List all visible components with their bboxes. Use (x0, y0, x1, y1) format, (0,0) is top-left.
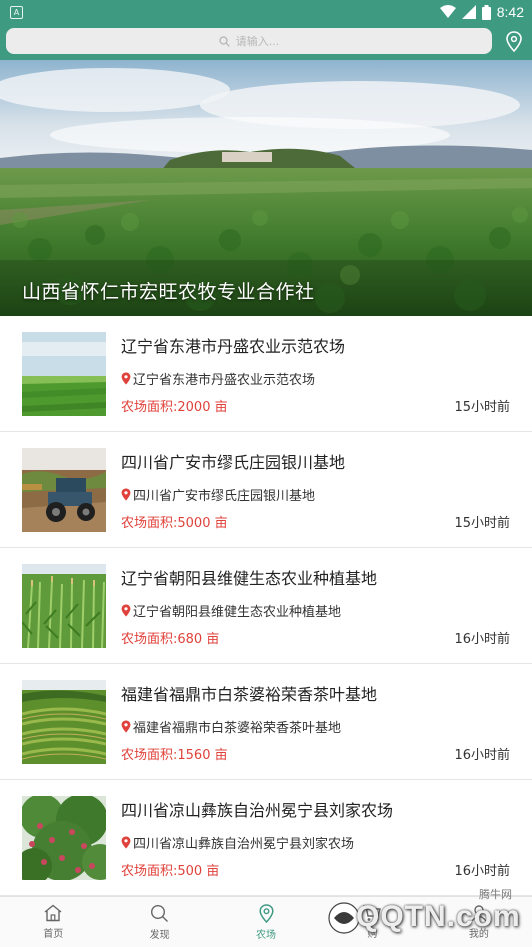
farm-address: 四川省凉山彝族自治州冕宁县刘家农场 (121, 833, 354, 852)
location-icon (258, 903, 274, 923)
farm-thumbnail (22, 332, 106, 416)
farm-thumbnail (22, 680, 106, 764)
farm-time: 16小时前 (454, 632, 510, 647)
fruit-tree-image (22, 796, 106, 880)
farm-area: 农场面积:5000 亩 (121, 516, 228, 531)
farm-list-item[interactable]: 福建省福鼎市白茶婆裕荣香茶叶基地 福建省福鼎市白茶婆裕荣香茶叶基地 农场面积:1… (0, 664, 532, 780)
battery-icon (481, 4, 491, 20)
farm-list-item[interactable]: 四川省广安市缪氏庄园银川基地 四川省广安市缪氏庄园银川基地 农场面积:5000 … (0, 432, 532, 548)
tea-terraces-image (22, 680, 106, 764)
farm-name: 四川省广安市缪氏庄园银川基地 (121, 453, 346, 472)
location-pin-icon (121, 836, 131, 849)
watermark: 腾牛网 QQTN.com (326, 884, 532, 946)
farm-thumbnail (22, 796, 106, 880)
farm-area: 农场面积:1560 亩 (121, 748, 228, 763)
farm-thumbnail (22, 564, 106, 648)
featured-banner[interactable]: 山西省怀仁市宏旺农牧专业合作社 (0, 60, 532, 316)
status-icons: 8:42 (439, 2, 524, 22)
location-pin-icon (121, 372, 131, 385)
farm-address-text: 四川省广安市缪氏庄园银川基地 (133, 489, 316, 504)
farm-list-item[interactable]: 四川省凉山彝族自治州冕宁县刘家农场 四川省凉山彝族自治州冕宁县刘家农场 农场面积… (0, 780, 532, 896)
farm-list: 辽宁省东港市丹盛农业示范农场 辽宁省东港市丹盛农业示范农场 农场面积:2000 … (0, 316, 532, 896)
search-input[interactable]: 请输入... (6, 28, 492, 54)
farm-name: 辽宁省东港市丹盛农业示范农场 (121, 337, 346, 356)
farm-area: 农场面积:500 亩 (121, 864, 220, 879)
farm-address: 辽宁省朝阳县维健生态农业种植基地 (121, 601, 341, 620)
tab-label: 首页 (43, 929, 64, 940)
tab-discover[interactable]: 发现 (106, 897, 212, 947)
farm-address-text: 四川省凉山彝族自治州冕宁县刘家农场 (133, 837, 355, 852)
farm-name: 福建省福鼎市白茶婆裕荣香茶叶基地 (121, 685, 378, 704)
location-pin-icon (121, 720, 131, 733)
farm-time: 15小时前 (454, 516, 510, 531)
farm-list-item[interactable]: 辽宁省东港市丹盛农业示范农场 辽宁省东港市丹盛农业示范农场 农场面积:2000 … (0, 316, 532, 432)
tab-farm[interactable]: 农场 (213, 897, 319, 947)
farm-time: 16小时前 (454, 864, 510, 879)
tractor-image (22, 448, 106, 532)
home-icon (44, 904, 62, 922)
farm-time: 16小时前 (454, 748, 510, 763)
location-button[interactable] (502, 28, 526, 54)
farm-address-text: 辽宁省东港市丹盛农业示范农场 (133, 373, 316, 388)
notification-icon: A (10, 6, 23, 19)
farm-address: 福建省福鼎市白茶婆裕荣香茶叶基地 (121, 717, 341, 736)
farm-address-text: 辽宁省朝阳县维健生态农业种植基地 (133, 605, 342, 620)
status-bar: A 8:42 (0, 0, 532, 24)
banner-title: 山西省怀仁市宏旺农牧专业合作社 (22, 281, 315, 303)
farm-address: 四川省广安市缪氏庄园银川基地 (121, 485, 315, 504)
farm-thumbnail (22, 448, 106, 532)
farm-time: 15小时前 (454, 400, 510, 415)
farm-address: 辽宁省东港市丹盛农业示范农场 (121, 369, 315, 388)
location-pin-icon (121, 604, 131, 617)
farm-name: 四川省凉山彝族自治州冕宁县刘家农场 (121, 801, 394, 820)
search-placeholder: 请输入... (235, 35, 280, 48)
rice-field-image (22, 332, 106, 416)
farm-area: 农场面积:2000 亩 (121, 400, 228, 415)
tab-label: 农场 (256, 929, 277, 941)
top-bar: A 8:42 请输入... (0, 0, 532, 60)
search-icon (151, 904, 169, 922)
watermark-brand: QQTN.com (356, 900, 521, 933)
tab-home[interactable]: 首页 (0, 897, 106, 947)
wifi-icon (439, 5, 456, 18)
location-pin-icon (121, 488, 131, 501)
tab-label: 发现 (149, 929, 170, 941)
farm-list-item[interactable]: 辽宁省朝阳县维健生态农业种植基地 辽宁省朝阳县维健生态农业种植基地 农场面积:6… (0, 548, 532, 664)
search-icon (219, 35, 230, 47)
corn-field-image (22, 564, 106, 648)
location-pin-icon (506, 30, 522, 52)
clock: 8:42 (496, 4, 524, 20)
farm-area: 农场面积:680 亩 (121, 632, 220, 647)
farm-address-text: 福建省福鼎市白茶婆裕荣香茶叶基地 (133, 721, 342, 736)
signal-icon (461, 5, 476, 19)
farm-name: 辽宁省朝阳县维健生态农业种植基地 (121, 569, 378, 588)
